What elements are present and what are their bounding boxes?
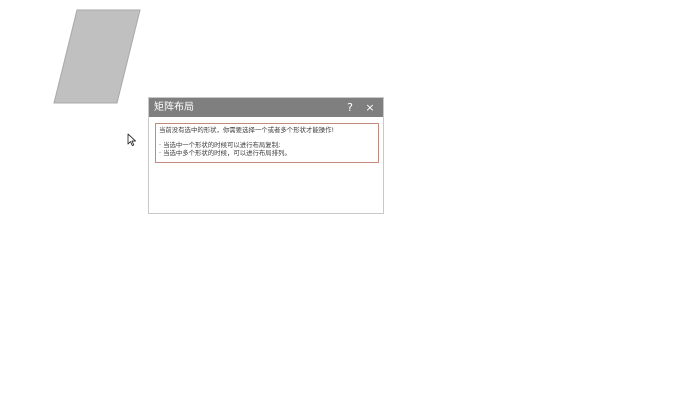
help-icon[interactable]: ? — [342, 98, 358, 117]
matrix-layout-dialog: 矩阵布局 ? × 当前没有选中的形状，你需要选择一个或者多个形状才能操作! · … — [148, 97, 384, 214]
mouse-cursor-icon — [127, 133, 136, 147]
message-line-multiple: · 当选中多个形状的时候，可以进行布局排列。 — [159, 149, 291, 158]
message-line-main: 当前没有选中的形状，你需要选择一个或者多个形状才能操作! — [159, 126, 335, 134]
message-line-single: · 当选中一个形状的时候可以进行布局复制; — [159, 140, 281, 149]
message-box: 当前没有选中的形状，你需要选择一个或者多个形状才能操作! · 当选中一个形状的时… — [155, 123, 379, 163]
dialog-titlebar[interactable]: 矩阵布局 ? × — [149, 98, 383, 117]
dialog-title: 矩阵布局 — [154, 102, 194, 113]
close-icon[interactable]: × — [362, 98, 378, 117]
